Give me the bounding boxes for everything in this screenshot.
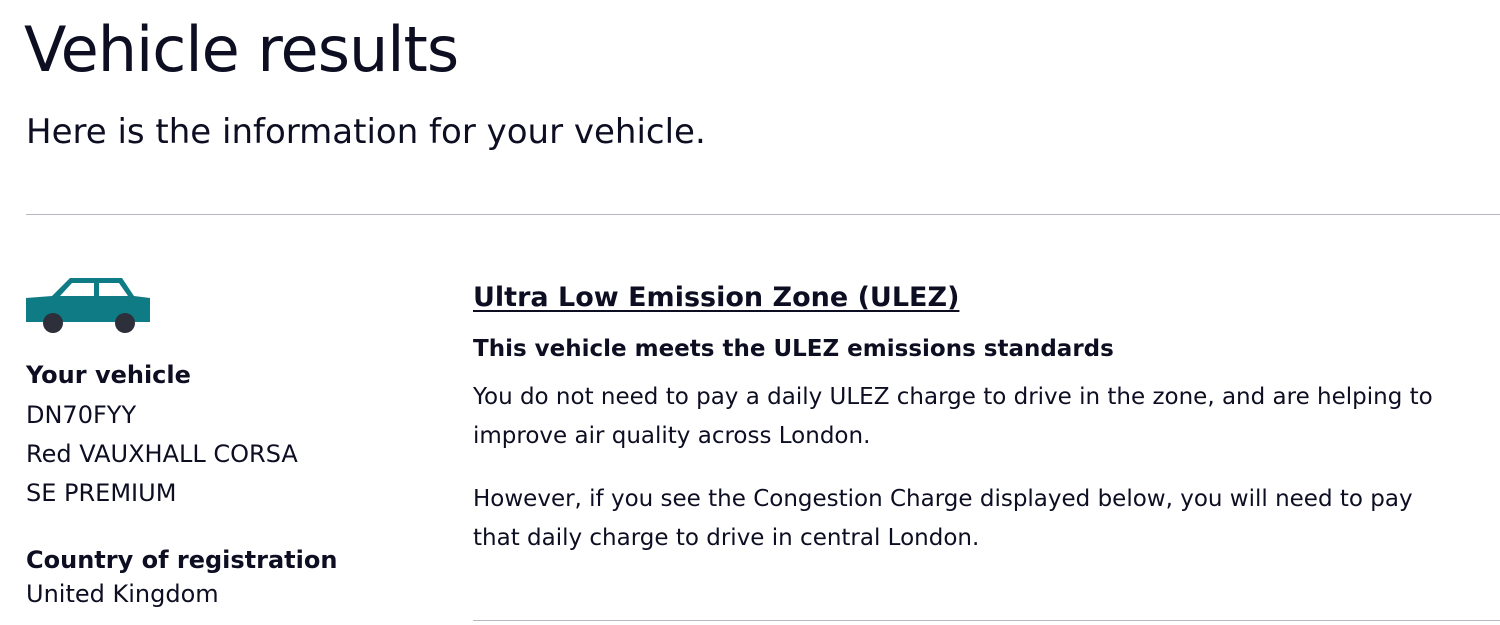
- ulez-status-heading: This vehicle meets the ULEZ emissions st…: [473, 336, 1114, 362]
- ulez-result: Ultra Low Emission Zone (ULEZ) This vehi…: [473, 278, 1463, 558]
- page-intro: Here is the information for your vehicle…: [26, 112, 706, 152]
- country-value: United Kingdom: [26, 580, 219, 608]
- divider: [26, 214, 1500, 215]
- ulez-link[interactable]: Ultra Low Emission Zone (ULEZ): [473, 278, 959, 318]
- ulez-paragraph-1: You do not need to pay a daily ULEZ char…: [473, 384, 1433, 449]
- vehicle-registration: DN70FYY: [26, 401, 137, 429]
- car-icon: [26, 278, 150, 333]
- vehicle-details: Your vehicle DN70FYY Red VAUXHALL CORSA …: [26, 358, 426, 611]
- vehicle-description: Red VAUXHALL CORSA: [26, 440, 298, 468]
- page-title: Vehicle results: [24, 13, 459, 86]
- your-vehicle-label: Your vehicle: [26, 361, 191, 389]
- country-label: Country of registration: [26, 546, 338, 574]
- divider: [473, 620, 1500, 621]
- ulez-paragraph-2: However, if you see the Congestion Charg…: [473, 486, 1413, 551]
- vehicle-variant: SE PREMIUM: [26, 479, 177, 507]
- vehicle-info: DN70FYY Red VAUXHALL CORSA SE PREMIUM: [26, 396, 426, 513]
